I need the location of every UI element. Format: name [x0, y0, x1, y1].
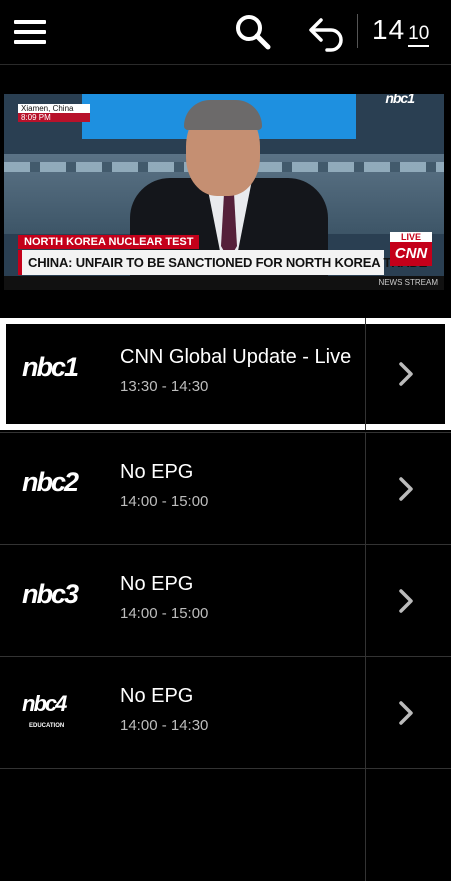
location-tag: Xiamen, China 8:09 PM: [18, 104, 90, 122]
program-title: CNN Global Update - Live: [120, 346, 352, 368]
search-button[interactable]: [233, 12, 273, 52]
program-time: 14:00 - 14:30: [120, 717, 209, 734]
clock-minutes: 10: [408, 23, 430, 47]
chevron-right-icon[interactable]: [390, 358, 422, 390]
program-title: No EPG: [120, 573, 194, 595]
program-time: 13:30 - 14:30: [120, 378, 209, 395]
news-ticker: NEWS STREAM: [4, 276, 444, 290]
chevron-right-icon[interactable]: [390, 697, 422, 729]
program-title: No EPG: [120, 685, 194, 707]
program-time: 14:00 - 15:00: [120, 493, 209, 510]
back-button[interactable]: [307, 12, 347, 52]
clock: 14 10: [372, 14, 430, 50]
channel-list: nbc1 CNN Global Update - Live 13:30 - 14…: [0, 318, 451, 881]
back-arrow-icon: [309, 18, 343, 52]
program-title: No EPG: [120, 461, 194, 483]
channel-bug-logo: nbc1: [385, 94, 415, 106]
channel-logo: nbc3: [22, 579, 79, 609]
channel-logo-subtitle: EDUCATION: [29, 723, 65, 729]
clock-hours: 14: [372, 14, 406, 45]
channel-row-nbc1[interactable]: nbc1 CNN Global Update - Live 13:30 - 14…: [0, 318, 451, 430]
topbar-divider: [357, 14, 358, 48]
news-kicker: NORTH KOREA NUCLEAR TEST: [18, 235, 200, 249]
channel-row-nbc3[interactable]: nbc3 No EPG 14:00 - 15:00: [0, 544, 451, 657]
lower-third: NORTH KOREA NUCLEAR TEST CHINA: UNFAIR T…: [18, 232, 428, 275]
channel-logo: nbc1: [22, 352, 79, 382]
channel-row-nbc4[interactable]: nbc4 EDUCATION No EPG 14:00 - 14:30: [0, 656, 451, 769]
search-icon: [236, 15, 271, 50]
video-player[interactable]: Xiamen, China 8:09 PM nbc1 NORTH KOREA N…: [4, 94, 444, 290]
hamburger-menu-icon: [14, 20, 46, 24]
chevron-right-icon[interactable]: [390, 473, 422, 505]
news-headline: CHINA: UNFAIR TO BE SANCTIONED FOR NORTH…: [18, 250, 427, 275]
top-bar: 14 10: [0, 0, 451, 65]
program-time: 14:00 - 15:00: [120, 605, 209, 622]
cnn-logo: LIVE CNN: [390, 232, 432, 270]
channel-row-partial[interactable]: [0, 768, 451, 881]
channel-row-nbc2[interactable]: nbc2 No EPG 14:00 - 15:00: [0, 432, 451, 545]
chevron-right-icon[interactable]: [390, 585, 422, 617]
channel-logo: nbc4 EDUCATION: [22, 691, 67, 729]
menu-button[interactable]: [14, 18, 46, 46]
channel-logo: nbc2: [22, 467, 79, 497]
